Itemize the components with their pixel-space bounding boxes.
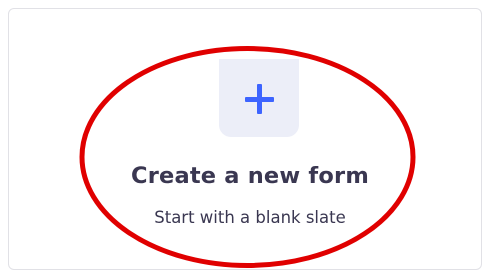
- card-title: Create a new form: [130, 163, 369, 189]
- screenshot-stage: Create a new form Start with a blank sla…: [0, 0, 489, 276]
- create-new-form-card[interactable]: [8, 8, 482, 270]
- icon-tile: [219, 59, 299, 137]
- card-subtitle: Start with a blank slate: [154, 208, 346, 227]
- plus-icon: [243, 84, 276, 114]
